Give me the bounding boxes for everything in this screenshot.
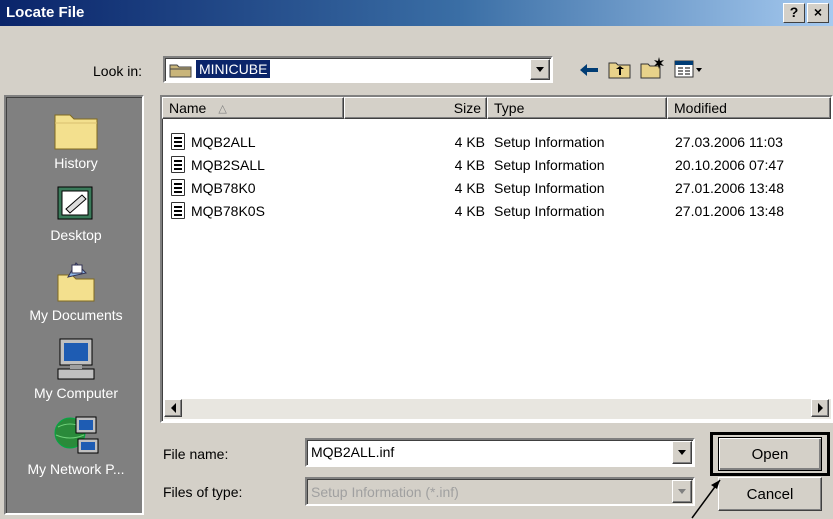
folder-icon (169, 62, 193, 81)
place-label: Desktop (50, 227, 102, 243)
place-network[interactable]: My Network P... (6, 413, 146, 477)
column-header-name[interactable]: Name △ (162, 97, 344, 119)
cancel-button[interactable]: Cancel (718, 477, 822, 511)
close-button[interactable]: × (807, 3, 829, 23)
horizontal-scrollbar[interactable] (164, 399, 831, 419)
place-history[interactable]: History (6, 105, 146, 171)
file-name: MQB2ALL (191, 134, 256, 150)
places-bar: History Desktop My Documents My Computer… (4, 95, 144, 515)
file-modified: 27.01.2006 13:48 (675, 203, 784, 219)
file-row[interactable]: MQB2SALL 4 KB Setup Information 20.10.20… (162, 154, 833, 176)
file-size: 4 KB (454, 180, 485, 196)
file-name-label: File name: (163, 446, 229, 462)
file-size: 4 KB (454, 134, 485, 150)
look-in-value: MINICUBE (196, 60, 271, 78)
file-type: Setup Information (494, 157, 605, 173)
my-documents-icon (54, 259, 98, 303)
file-type: Setup Information (494, 203, 605, 219)
chevron-down-icon (536, 67, 544, 72)
open-button-label: Open (751, 445, 789, 463)
column-modified-label: Modified (674, 100, 727, 116)
place-label: My Computer (33, 385, 119, 401)
place-label: History (54, 155, 98, 171)
arrow-left-icon (170, 403, 176, 413)
network-places-icon (52, 413, 100, 457)
open-button[interactable]: Open (718, 437, 822, 471)
up-folder-icon[interactable] (608, 58, 632, 83)
file-name-value: MQB2ALL.inf (311, 444, 395, 460)
open-button-focus-frame: Open (710, 432, 830, 476)
look-in-dropdown[interactable]: MINICUBE (163, 56, 553, 83)
setup-file-icon (171, 202, 185, 219)
file-type: Setup Information (494, 180, 605, 196)
place-my-documents[interactable]: My Documents (6, 259, 146, 323)
column-size-label: Size (453, 100, 481, 116)
file-name: MQB78K0S (191, 203, 265, 219)
chevron-down-icon (678, 450, 686, 455)
new-folder-icon[interactable] (640, 56, 666, 83)
place-label: My Documents (29, 307, 123, 323)
cancel-button-label: Cancel (746, 485, 794, 503)
setup-file-icon (171, 179, 185, 196)
place-my-computer[interactable]: My Computer (6, 337, 146, 401)
scroll-left-button[interactable] (164, 399, 182, 417)
setup-file-icon (171, 133, 185, 150)
file-row[interactable]: MQB78K0S 4 KB Setup Information 27.01.20… (162, 200, 833, 222)
file-name-input[interactable]: MQB2ALL.inf (305, 438, 695, 467)
desktop-icon (56, 183, 96, 223)
file-list[interactable]: Name △ Size Type Modified MQB2ALL 4 KB S… (160, 95, 833, 423)
column-name-label: Name (169, 100, 207, 116)
sort-ascending-icon: △ (218, 102, 227, 115)
file-modified: 27.03.2006 11:03 (675, 134, 783, 150)
look-in-label: Look in: (93, 63, 143, 79)
view-menu-icon[interactable] (674, 58, 704, 83)
setup-file-icon (171, 156, 185, 173)
history-icon (52, 105, 100, 151)
file-name-dropdown-arrow[interactable] (672, 441, 692, 464)
file-type-label: Files of type: (163, 484, 243, 500)
column-type-label: Type (494, 100, 525, 116)
back-arrow-icon[interactable] (578, 60, 600, 83)
arrow-right-icon (817, 403, 823, 413)
place-desktop[interactable]: Desktop (6, 183, 146, 243)
window-title: Locate File (6, 4, 85, 21)
column-header-modified[interactable]: Modified (667, 97, 831, 119)
file-type-dropdown[interactable]: Setup Information (*.inf) (305, 477, 695, 506)
scroll-right-button[interactable] (811, 399, 829, 417)
file-type-value: Setup Information (*.inf) (311, 484, 459, 500)
file-row[interactable]: MQB78K0 4 KB Setup Information 27.01.200… (162, 177, 833, 199)
file-type: Setup Information (494, 134, 605, 150)
file-type-dropdown-arrow[interactable] (672, 480, 692, 503)
help-button[interactable]: ? (783, 3, 805, 23)
file-modified: 20.10.2006 07:47 (675, 157, 784, 173)
place-label: My Network P... (27, 461, 125, 477)
column-header-type[interactable]: Type (487, 97, 667, 119)
file-size: 4 KB (454, 203, 485, 219)
chevron-down-icon (678, 489, 686, 494)
locate-file-dialog: Locate File ? × Look in: MINICUBE Histor… (0, 0, 833, 519)
file-modified: 27.01.2006 13:48 (675, 180, 784, 196)
file-name: MQB2SALL (191, 157, 265, 173)
file-size: 4 KB (454, 157, 485, 173)
my-computer-icon (54, 337, 98, 381)
column-header-size[interactable]: Size (344, 97, 487, 119)
file-row[interactable]: MQB2ALL 4 KB Setup Information 27.03.200… (162, 131, 833, 153)
annotation-pointer (691, 479, 721, 519)
title-bar: Locate File ? × (0, 0, 833, 26)
file-name: MQB78K0 (191, 180, 256, 196)
look-in-dropdown-arrow[interactable] (530, 59, 550, 80)
